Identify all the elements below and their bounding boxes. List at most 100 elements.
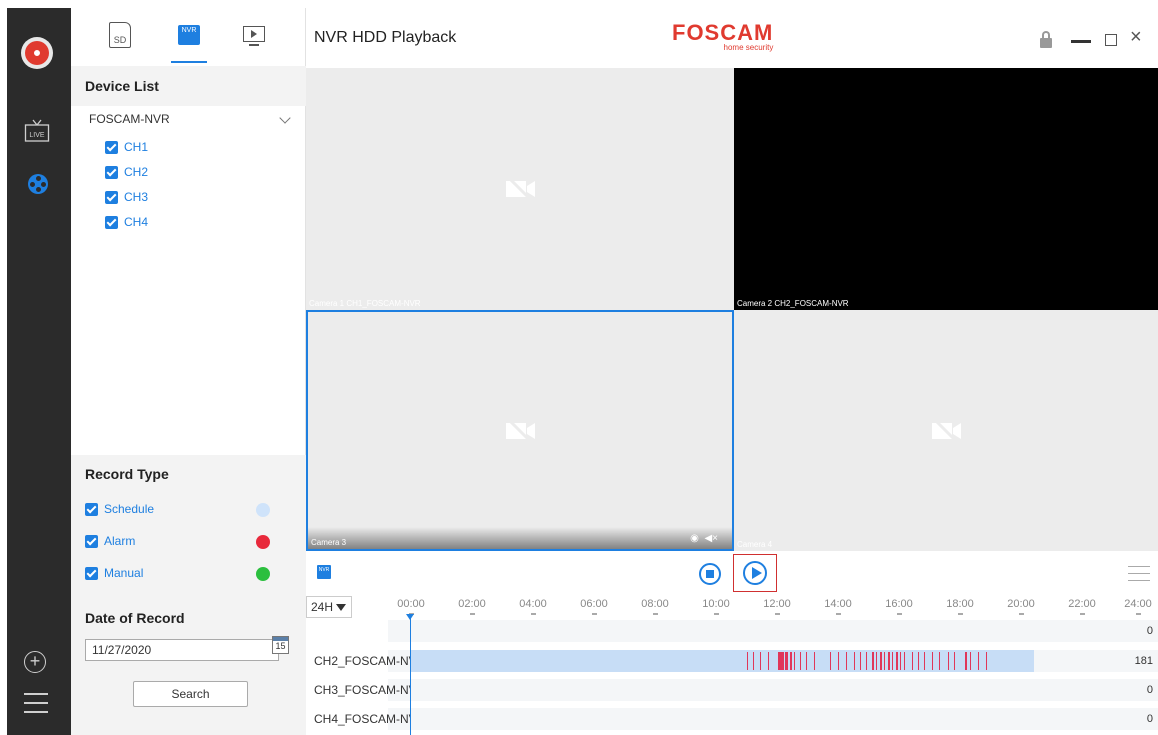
camera-view-4[interactable]: Camera 4: [734, 310, 1158, 551]
alarm-event-mark[interactable]: [978, 652, 979, 670]
alarm-event-mark[interactable]: [866, 652, 867, 670]
camera-view-2[interactable]: Camera 2 CH2_FOSCAM-NVR: [734, 68, 1158, 310]
alarm-event-mark[interactable]: [912, 652, 913, 670]
playback-reel-icon[interactable]: [28, 174, 48, 194]
channel-label: CH3: [124, 190, 149, 204]
alarm-event-mark[interactable]: [986, 652, 987, 670]
record-type-manual[interactable]: Manual: [85, 566, 143, 580]
alarm-event-mark[interactable]: [904, 652, 905, 670]
timeline-row[interactable]: 0: [388, 620, 1158, 642]
playhead-cursor[interactable]: [406, 614, 414, 735]
app-window: LIVE + SD NVR Device List FOSCAM-NVR CH1…: [0, 0, 1158, 735]
schedule-recording-bar[interactable]: [410, 650, 1034, 672]
camera-view-3[interactable]: ◉ ◀× Camera 3: [306, 310, 734, 551]
camera-view-1[interactable]: Camera 1 CH1_FOSCAM-NVR: [306, 68, 734, 310]
channel-ch1[interactable]: CH1: [105, 140, 148, 154]
alarm-event-mark[interactable]: [860, 652, 861, 670]
alarm-event-mark[interactable]: [880, 652, 882, 670]
timeline: 24H 00:00 02:00 04:00 06:00 08:00 10:00 12:00 1…: [306, 594, 1158, 735]
alarm-event-mark[interactable]: [918, 652, 919, 670]
hour-tick: 14:00: [818, 598, 858, 615]
calendar-icon[interactable]: 15: [272, 636, 289, 654]
alarm-event-mark[interactable]: [872, 652, 874, 670]
record-type-schedule[interactable]: Schedule: [85, 502, 154, 516]
alarm-event-mark[interactable]: [785, 652, 788, 670]
alarm-event-mark[interactable]: [846, 652, 847, 670]
alarm-event-mark[interactable]: [806, 652, 807, 670]
alarm-event-mark[interactable]: [965, 652, 967, 670]
title-bar: NVR HDD Playback FOSCAM home security ×: [306, 8, 1158, 68]
alarm-event-mark[interactable]: [794, 652, 795, 670]
camera-label: Camera 3: [311, 538, 347, 547]
channel-ch3[interactable]: CH3: [105, 190, 148, 204]
row-name: CH2_FOSCAM-NVR: [314, 654, 410, 668]
alarm-event-mark[interactable]: [924, 652, 925, 670]
minimize-icon[interactable]: [1071, 40, 1091, 43]
foscam-logo-icon[interactable]: [21, 37, 53, 69]
live-tv-icon[interactable]: LIVE: [24, 118, 50, 144]
channel-ch4[interactable]: CH4: [105, 215, 148, 229]
record-type-alarm[interactable]: Alarm: [85, 534, 135, 548]
alarm-event-mark[interactable]: [896, 652, 898, 670]
mute-icon[interactable]: ◀×: [704, 533, 718, 544]
device-panel: SD NVR Device List FOSCAM-NVR CH1 CH2 CH…: [71, 8, 306, 735]
tab-nvr[interactable]: NVR: [171, 22, 207, 63]
snapshot-icon[interactable]: ◉: [690, 533, 699, 544]
checkbox-icon[interactable]: [85, 534, 98, 548]
no-video-icon: [504, 173, 536, 205]
channel-ch2[interactable]: CH2: [105, 165, 148, 179]
alarm-event-mark[interactable]: [876, 652, 877, 670]
menu-icon[interactable]: [24, 693, 48, 720]
alarm-event-mark[interactable]: [814, 652, 815, 670]
alarm-event-mark[interactable]: [778, 652, 784, 670]
alarm-event-mark[interactable]: [747, 652, 748, 670]
alarm-event-mark[interactable]: [948, 652, 949, 670]
maximize-icon[interactable]: [1105, 34, 1117, 46]
timeline-row[interactable]: CH3_FOSCAM-NVR 0: [314, 679, 1158, 701]
date-area: 11/27/2020 15 Search: [71, 633, 306, 735]
alarm-event-mark[interactable]: [790, 652, 792, 670]
add-icon[interactable]: +: [24, 651, 46, 673]
alarm-event-mark[interactable]: [892, 652, 893, 670]
record-type-label: Schedule: [104, 502, 155, 516]
camera-label: Camera 4: [737, 540, 773, 549]
checkbox-icon[interactable]: [85, 502, 98, 516]
alarm-event-mark[interactable]: [753, 652, 754, 670]
timeline-row[interactable]: CH4_FOSCAM-NVR 0: [314, 708, 1158, 730]
timeline-row[interactable]: CH2_FOSCAM-NVR 181: [314, 650, 1158, 672]
tab-pc[interactable]: [243, 22, 269, 50]
device-item-foscam-nvr[interactable]: FOSCAM-NVR: [89, 112, 291, 126]
checkbox-icon[interactable]: [85, 566, 98, 580]
alarm-event-mark[interactable]: [888, 652, 890, 670]
lock-icon[interactable]: [1040, 31, 1052, 48]
alarm-event-mark[interactable]: [900, 652, 901, 670]
alarm-event-mark[interactable]: [970, 652, 971, 670]
tab-sd[interactable]: SD: [109, 22, 135, 50]
alarm-event-mark[interactable]: [932, 652, 933, 670]
layout-menu-icon[interactable]: [1128, 566, 1150, 587]
hour-tick: 24:00: [1118, 598, 1158, 615]
alarm-event-mark[interactable]: [760, 652, 761, 670]
close-icon[interactable]: ×: [1130, 26, 1142, 49]
alarm-event-mark[interactable]: [954, 652, 955, 670]
checkbox-icon[interactable]: [105, 215, 118, 229]
alarm-event-mark[interactable]: [830, 652, 831, 670]
alarm-event-mark[interactable]: [939, 652, 940, 670]
alarm-event-mark[interactable]: [884, 652, 885, 670]
alarm-event-mark[interactable]: [854, 652, 855, 670]
checkbox-icon[interactable]: [105, 165, 118, 179]
checkbox-icon[interactable]: [105, 140, 118, 154]
play-button[interactable]: [743, 561, 767, 585]
alarm-event-mark[interactable]: [768, 652, 769, 670]
stop-button[interactable]: [699, 563, 721, 585]
nvr-mini-icon[interactable]: NVR: [317, 565, 331, 579]
alarm-event-mark[interactable]: [800, 652, 801, 670]
date-input[interactable]: 11/27/2020: [85, 639, 279, 661]
alarm-event-mark[interactable]: [838, 652, 839, 670]
zoom-select[interactable]: 24H: [306, 596, 352, 618]
search-button[interactable]: Search: [133, 681, 248, 707]
record-type-heading: Record Type: [71, 455, 306, 493]
nav-rail: LIVE +: [7, 8, 71, 735]
checkbox-icon[interactable]: [105, 190, 118, 204]
chevron-down-icon[interactable]: [279, 112, 291, 124]
